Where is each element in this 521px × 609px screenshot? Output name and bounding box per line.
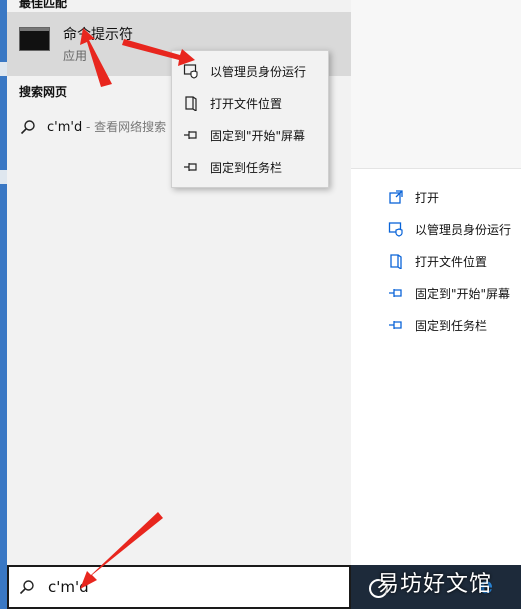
context-menu: 以管理员身份运行 打开文件位置 固定到"开始"屏幕 固定到任务栏 (171, 50, 329, 188)
pin-icon (182, 126, 200, 144)
taskbar-search-box[interactable]: c'm'd (7, 565, 351, 609)
search-icon (20, 119, 36, 139)
context-item-label: 固定到"开始"屏幕 (210, 128, 306, 143)
web-search-header: 搜索网页 (19, 85, 68, 99)
action-label: 固定到"开始"屏幕 (415, 286, 511, 301)
context-item-open-file-location[interactable]: 打开文件位置 (172, 88, 328, 118)
best-match-header: 最佳匹配 (19, 0, 68, 10)
watermark: 易坊好文馆 (377, 572, 493, 597)
command-prompt-icon (19, 27, 50, 51)
context-item-label: 打开文件位置 (210, 96, 283, 111)
desktop-icon-fragment (0, 62, 7, 76)
pin-icon (387, 316, 405, 334)
context-item-run-as-admin[interactable]: 以管理员身份运行 (172, 56, 328, 86)
action-label: 以管理员身份运行 (415, 222, 512, 237)
action-label: 固定到任务栏 (415, 318, 488, 333)
web-query-text: c'm'd - 查看网络搜索 (47, 120, 167, 135)
pin-icon (182, 158, 200, 176)
shield-icon (182, 62, 200, 80)
result-subtitle: 应用 (63, 49, 88, 63)
context-item-label: 固定到任务栏 (210, 160, 283, 175)
action-open[interactable]: 打开 (387, 185, 439, 209)
context-item-label: 以管理员身份运行 (210, 64, 307, 79)
action-run-as-admin[interactable]: 以管理员身份运行 (387, 217, 511, 241)
file-location-icon (182, 94, 200, 112)
pin-icon (387, 284, 405, 302)
desktop-background (0, 0, 7, 609)
desktop-icon-fragment (0, 170, 7, 184)
action-open-file-location[interactable]: 打开文件位置 (387, 249, 487, 273)
context-item-pin-to-start[interactable]: 固定到"开始"屏幕 (172, 120, 328, 150)
result-title: 命令提示符 (63, 27, 133, 43)
open-icon (387, 188, 405, 206)
app-details-pane: 打开 以管理员身份运行 打开文件位置 固定到"开始"屏幕 固定到任务栏 (351, 0, 521, 565)
action-label: 打开 (415, 190, 440, 205)
search-input-value[interactable]: c'm'd (48, 578, 89, 596)
action-pin-to-start[interactable]: 固定到"开始"屏幕 (387, 281, 510, 305)
context-item-pin-to-taskbar[interactable]: 固定到任务栏 (172, 152, 328, 182)
action-label: 打开文件位置 (415, 254, 488, 269)
shield-icon (387, 220, 405, 238)
action-pin-to-taskbar[interactable]: 固定到任务栏 (387, 313, 487, 337)
app-preview-area (351, 0, 521, 169)
search-icon (19, 579, 35, 599)
file-location-icon (387, 252, 405, 270)
